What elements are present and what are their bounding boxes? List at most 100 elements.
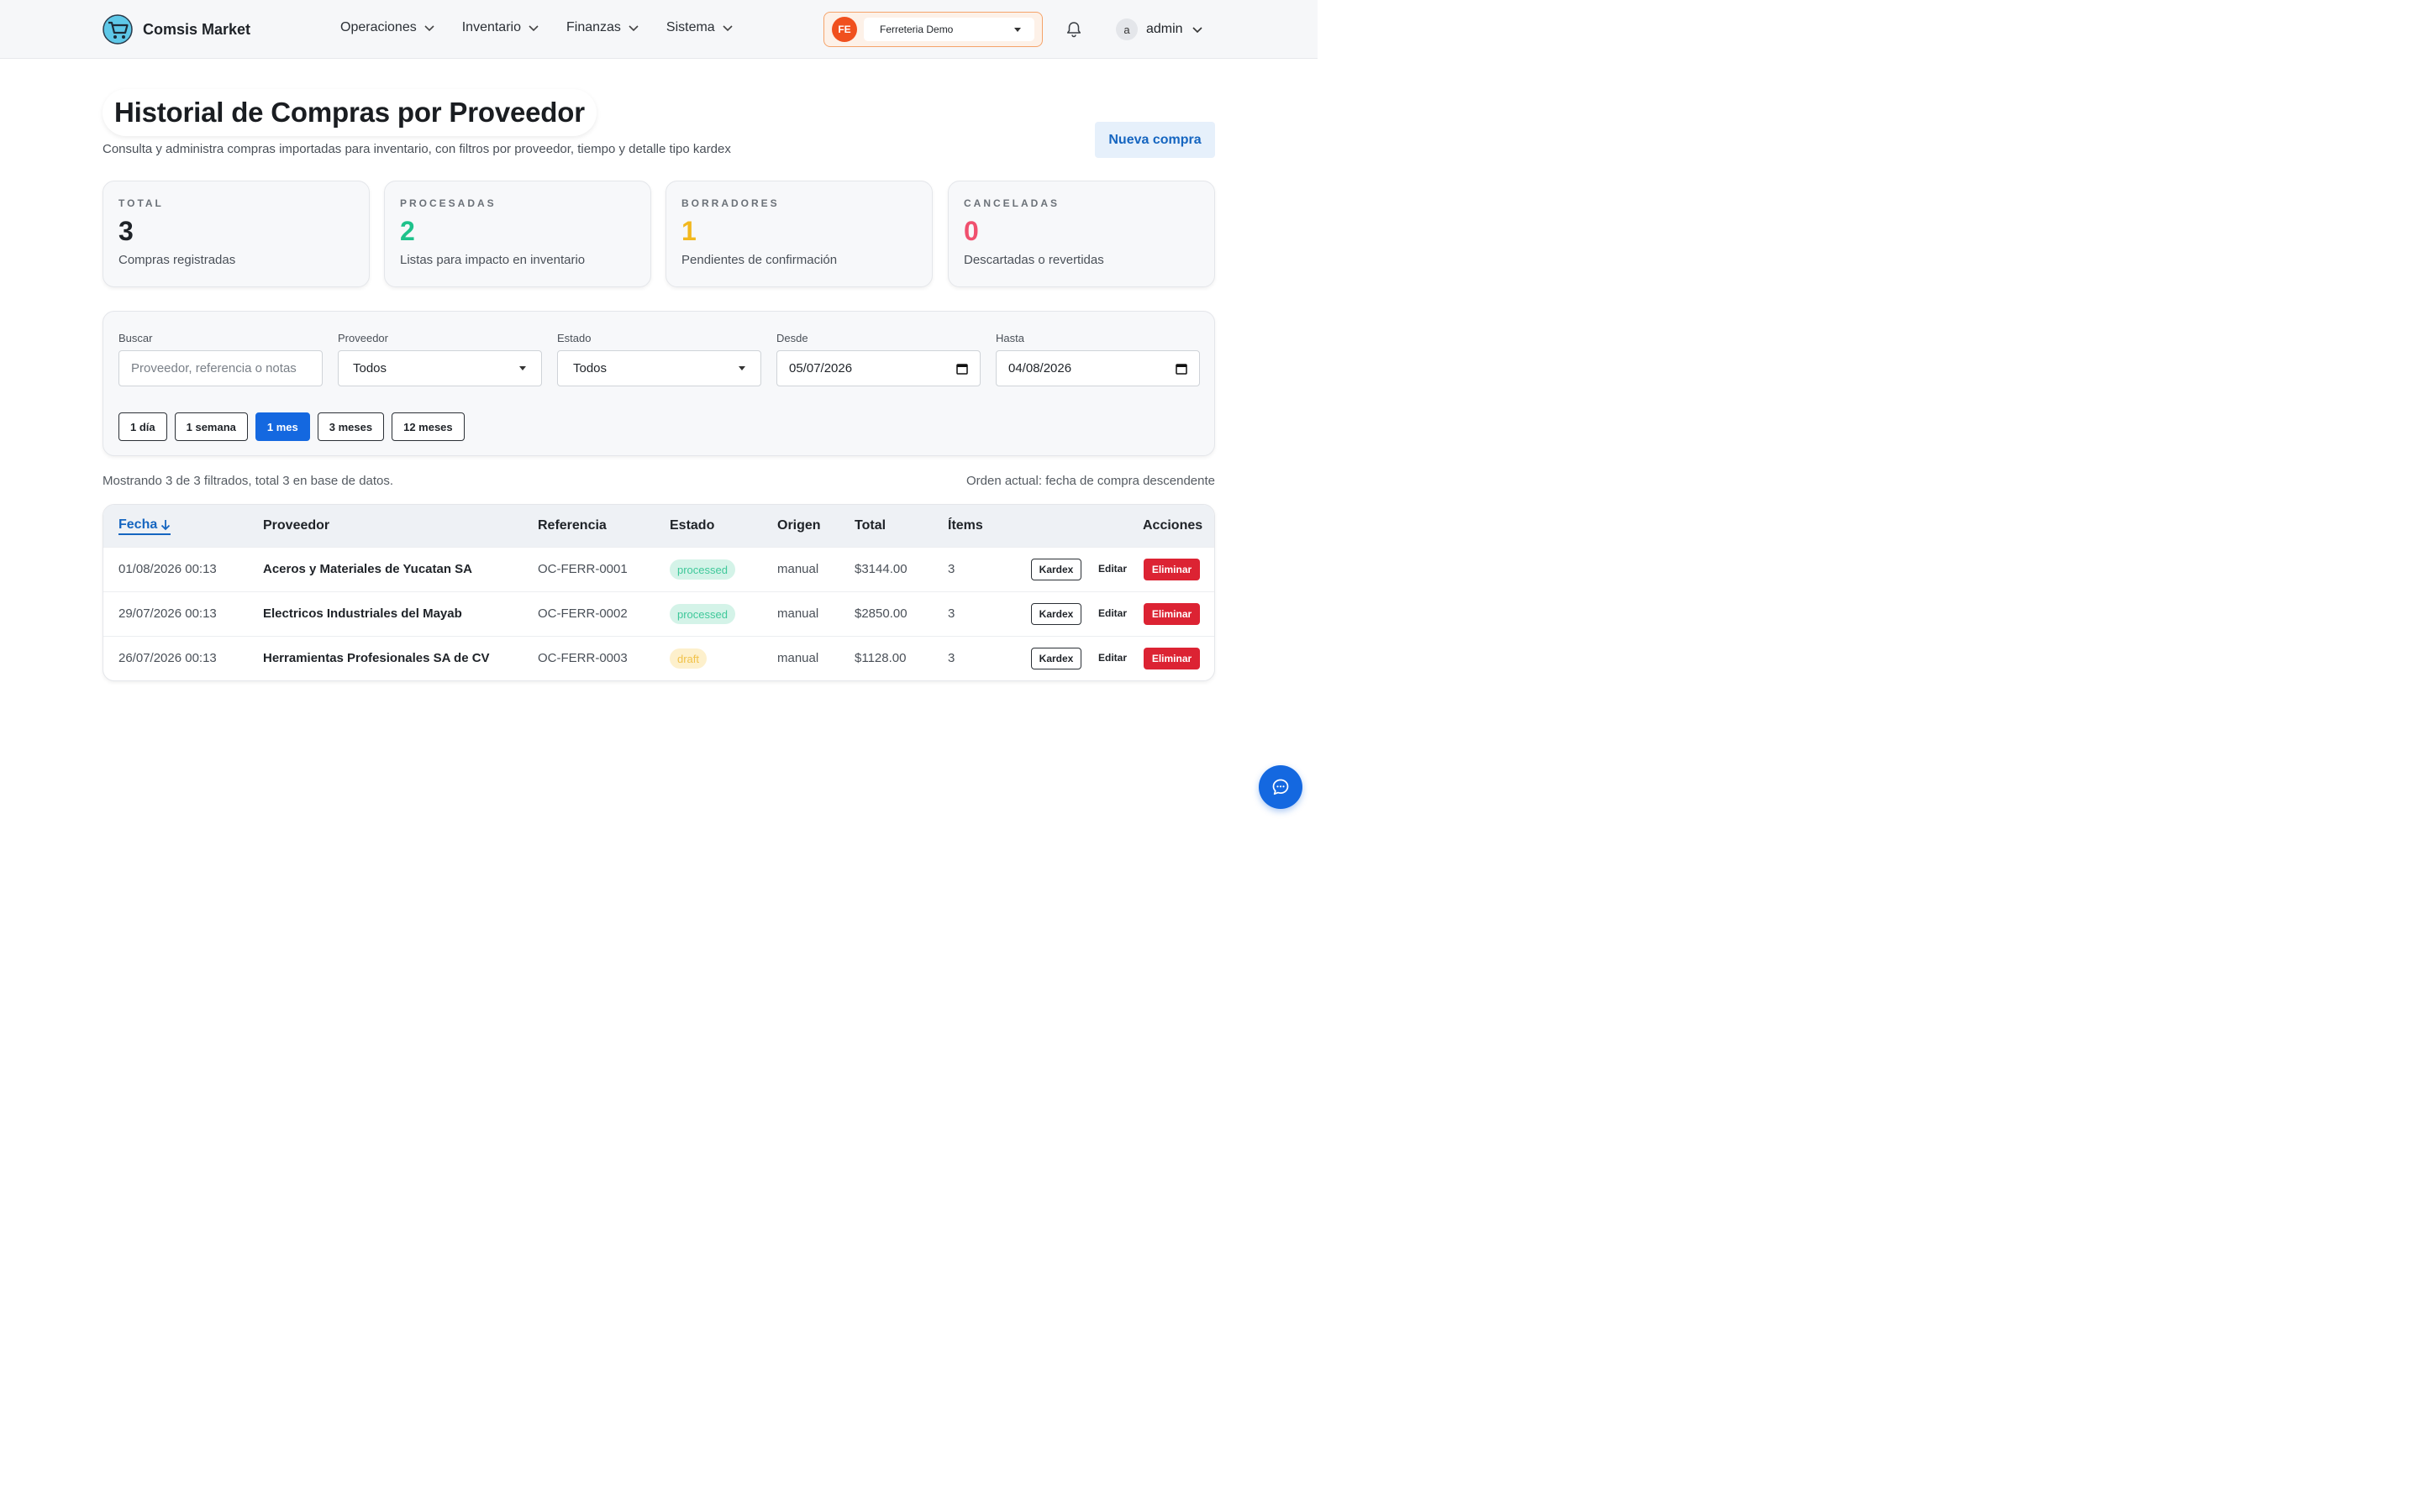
avatar: a: [1116, 18, 1138, 40]
cell-total: $2850.00: [855, 606, 908, 621]
cell-reference: OC-FERR-0003: [538, 651, 628, 665]
chevron-down-icon: [723, 25, 733, 32]
column-total: Total: [855, 518, 886, 533]
nav-sistema[interactable]: Sistema: [666, 20, 734, 35]
stat-card-cancelled: CANCELADAS 0 Descartadas o revertidas: [948, 181, 1215, 287]
column-reference: Referencia: [538, 518, 607, 533]
stat-desc: Compras registradas: [118, 253, 236, 267]
kardex-button[interactable]: Kardex: [1031, 648, 1081, 669]
calendar-icon[interactable]: [956, 363, 968, 375]
to-date-input[interactable]: 04/08/2026: [996, 350, 1200, 386]
brand-name: Comsis Market: [143, 20, 251, 38]
delete-button[interactable]: Eliminar: [1144, 559, 1200, 580]
page-subtitle: Consulta y administra compras importadas…: [103, 142, 731, 156]
chevron-down-icon: [529, 25, 539, 32]
column-items: Ítems: [948, 518, 983, 533]
cell-date: 26/07/2026 00:13: [118, 651, 217, 665]
sort-summary: Orden actual: fecha de compra descendent…: [965, 474, 1215, 488]
nav-finanzas[interactable]: Finanzas: [566, 20, 639, 35]
chevron-down-icon: [1192, 27, 1202, 34]
cell-origin: manual: [777, 562, 819, 576]
stat-value: 1: [681, 216, 697, 246]
filters-panel: Buscar Proveedor, referencia o notas Pro…: [103, 311, 1215, 456]
search-placeholder: Proveedor, referencia o notas: [131, 361, 297, 375]
stat-card-total: TOTAL 3 Compras registradas: [103, 181, 370, 287]
range-12-months[interactable]: 12 meses: [392, 412, 465, 441]
from-label: Desde: [776, 332, 808, 344]
cell-date: 29/07/2026 00:13: [118, 606, 217, 621]
cell-reference: OC-FERR-0002: [538, 606, 628, 621]
store-select[interactable]: Ferreteria Demo: [864, 18, 1034, 41]
chevron-down-icon: [424, 25, 434, 32]
new-purchase-button[interactable]: Nueva compra: [1095, 122, 1215, 158]
edit-button[interactable]: Editar: [1098, 607, 1127, 619]
status-label: Estado: [557, 332, 592, 344]
stat-desc: Descartadas o revertidas: [964, 253, 1104, 267]
kardex-button[interactable]: Kardex: [1031, 603, 1081, 625]
provider-label: Proveedor: [338, 332, 388, 344]
arrow-down-icon: [161, 520, 171, 531]
delete-button[interactable]: Eliminar: [1144, 648, 1200, 669]
edit-button[interactable]: Editar: [1098, 563, 1127, 575]
caret-down-icon: [1014, 27, 1021, 32]
edit-button[interactable]: Editar: [1098, 652, 1127, 664]
table-row: 26/07/2026 00:13 Herramientas Profesiona…: [103, 636, 1214, 680]
stat-label: PROCESADAS: [400, 197, 497, 209]
column-origin: Origen: [777, 518, 821, 533]
column-date-label: Fecha: [118, 517, 158, 532]
store-avatar: FE: [832, 17, 857, 42]
cell-items: 3: [948, 651, 955, 665]
column-status: Estado: [670, 518, 715, 533]
cell-total: $3144.00: [855, 562, 908, 576]
to-date-value: 04/08/2026: [1008, 361, 1072, 375]
chevron-down-icon: [629, 25, 639, 32]
store-switcher: FE Ferreteria Demo: [823, 12, 1043, 47]
table-header: Fecha Proveedor Referencia Estado Origen…: [103, 505, 1214, 547]
status-badge: draft: [670, 648, 708, 669]
stat-value: 2: [400, 216, 415, 246]
chat-button[interactable]: [1259, 765, 1302, 809]
table-row: 01/08/2026 00:13 Aceros y Materiales de …: [103, 547, 1214, 591]
brand[interactable]: Comsis Market: [103, 14, 250, 45]
provider-select[interactable]: Todos: [338, 350, 542, 386]
stat-value: 3: [118, 216, 134, 246]
stat-label: CANCELADAS: [964, 197, 1060, 209]
user-name: admin: [1146, 22, 1183, 36]
nav-operaciones[interactable]: Operaciones: [340, 20, 435, 35]
column-date[interactable]: Fecha: [118, 517, 171, 535]
delete-button[interactable]: Eliminar: [1144, 603, 1200, 625]
nav-inventario[interactable]: Inventario: [462, 20, 539, 35]
stat-card-processed: PROCESADAS 2 Listas para impacto en inve…: [384, 181, 651, 287]
nav-label: Inventario: [461, 20, 521, 34]
cell-provider: Aceros y Materiales de Yucatan SA: [263, 562, 473, 576]
range-chips: 1 día 1 semana 1 mes 3 meses 12 meses: [118, 412, 465, 441]
caret-down-icon: [519, 366, 526, 370]
cell-provider: Electricos Industriales del Mayab: [263, 606, 462, 621]
bell-icon[interactable]: [1065, 20, 1083, 39]
calendar-icon[interactable]: [1176, 363, 1187, 375]
kardex-button[interactable]: Kardex: [1031, 559, 1081, 580]
range-3-months[interactable]: 3 meses: [317, 412, 385, 441]
column-provider: Proveedor: [263, 518, 330, 533]
nav-label: Operaciones: [340, 20, 417, 34]
range-1-week[interactable]: 1 semana: [174, 412, 248, 441]
range-1-month[interactable]: 1 mes: [255, 412, 310, 441]
nav-label: Sistema: [666, 20, 715, 34]
table-row: 29/07/2026 00:13 Electricos Industriales…: [103, 591, 1214, 636]
stat-desc: Pendientes de confirmación: [681, 253, 838, 267]
from-date-input[interactable]: 05/07/2026: [776, 350, 981, 386]
cell-origin: manual: [777, 606, 819, 621]
user-menu[interactable]: a admin: [1116, 18, 1203, 40]
stat-label: BORRADORES: [681, 197, 780, 209]
range-1-day[interactable]: 1 día: [118, 412, 167, 441]
cell-items: 3: [948, 606, 955, 621]
chat-icon: [1272, 779, 1289, 795]
cell-total: $1128.00: [855, 651, 907, 665]
status-value: Todos: [573, 361, 608, 375]
results-summary: Mostrando 3 de 3 filtrados, total 3 en b…: [103, 474, 394, 488]
main-nav: Operaciones Inventario Finanzas Sistema: [340, 20, 734, 35]
stat-value: 0: [964, 216, 979, 246]
status-select[interactable]: Todos: [557, 350, 761, 386]
store-name: Ferreteria Demo: [880, 24, 954, 35]
search-input[interactable]: Proveedor, referencia o notas: [118, 350, 323, 386]
